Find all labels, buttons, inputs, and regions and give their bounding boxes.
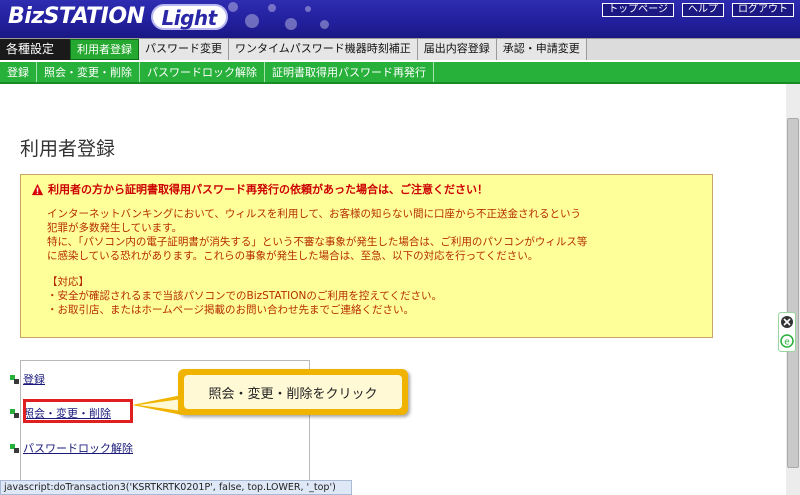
decor-bubble <box>285 18 297 30</box>
page-title: 利用者登録 <box>20 138 116 160</box>
browser-status-bar: javascript:doTransaction3('KSRTKRTK0201P… <box>0 480 352 495</box>
warning-heading: 利用者の方から証明書取得用パスワード再発行の依頼があった場合は、ご注意ください！ <box>48 183 488 196</box>
logo-main-text: BizSTATION <box>8 4 145 29</box>
callout-pointer <box>132 395 182 415</box>
password-unlock-link[interactable]: パスワードロック解除 <box>23 440 133 456</box>
warning-line: 犯罪が多数発生しています。 <box>47 222 183 234</box>
warning-line: に感染している恐れがあります。これらの事象が発生した場合は、至急、以下の対応を行… <box>47 250 539 262</box>
subnav-register[interactable]: 登録 <box>0 62 37 82</box>
warning-action-line: 【対応】 <box>47 276 89 288</box>
tab-onetime-password-time-adjust[interactable]: ワンタイムパスワード機器時刻補正 <box>229 39 418 60</box>
tab-notification-registration[interactable]: 届出内容登録 <box>417 39 497 60</box>
header-links: トップページ ヘルプ ログアウト <box>602 3 794 17</box>
subnav-certificate-password-reissue[interactable]: 証明書取得用パスワード再発行 <box>265 62 434 82</box>
decor-bubble <box>245 14 259 28</box>
tab-approval-change[interactable]: 承認・申請変更 <box>496 39 587 60</box>
link-bullet-icon <box>10 374 19 384</box>
warning-line: 特に、「パソコン内の電子証明書が消失する」という不審な事象が発生した場合は、ご利… <box>47 236 588 248</box>
logo-light-badge: Light <box>150 4 228 30</box>
warning-body: インターネットバンキングにおいて、ウィルスを利用して、お客様の知らない間に口座か… <box>31 207 702 317</box>
sub-nav: 登録 照会・変更・削除 パスワードロック解除 証明書取得用パスワード再発行 <box>0 62 800 84</box>
decor-bubble <box>320 20 329 29</box>
main-nav-section-label: 各種設定 <box>0 39 70 60</box>
decor-bubble <box>305 6 311 12</box>
warning-box: 利用者の方から証明書取得用パスワード再発行の依頼があった場合は、ご注意ください！… <box>20 174 713 338</box>
help-button[interactable]: ヘルプ <box>682 3 724 17</box>
logout-button[interactable]: ログアウト <box>732 3 794 17</box>
side-widget: e <box>778 312 796 352</box>
side-widget-icons: e <box>780 316 794 348</box>
tab-user-registration[interactable]: 利用者登録 <box>70 39 139 60</box>
warning-action-line: ・お取引店、またはホームページ掲載のお問い合わせ先までご連絡ください。 <box>47 304 414 316</box>
decor-bubble <box>228 2 238 12</box>
warning-line: インターネットバンキングにおいて、ウィルスを利用して、お客様の知らない間に口座か… <box>47 208 582 220</box>
bizstation-logo: BizSTATION Light <box>8 4 228 30</box>
menu-item-register: 登録 <box>10 371 45 387</box>
main-nav: 各種設定 利用者登録 パスワード変更 ワンタイムパスワード機器時刻補正 届出内容… <box>0 38 800 60</box>
callout-text: 照会・変更・削除をクリック <box>184 375 402 409</box>
subnav-inquiry-change-delete[interactable]: 照会・変更・削除 <box>37 62 140 82</box>
instruction-callout: 照会・変更・削除をクリック <box>178 369 408 415</box>
scrollbar-thumb[interactable] <box>787 118 799 468</box>
menu-item-password-unlock: パスワードロック解除 <box>10 440 133 456</box>
decor-bubble <box>268 4 276 12</box>
subnav-password-unlock[interactable]: パスワードロック解除 <box>140 62 265 82</box>
svg-text:e: e <box>784 338 790 348</box>
warning-heading-row: 利用者の方から証明書取得用パスワード再発行の依頼があった場合は、ご注意ください！ <box>31 181 702 197</box>
register-link[interactable]: 登録 <box>23 371 45 387</box>
link-bullet-icon <box>10 408 19 418</box>
warning-action-line: ・安全が確認されるまで当該パソコンでのBizSTATIONのご利用を控えてくださ… <box>47 290 443 302</box>
link-bullet-icon <box>10 443 19 453</box>
highlight-box <box>23 399 133 423</box>
top-page-button[interactable]: トップページ <box>602 3 674 17</box>
warning-icon <box>31 183 44 195</box>
tab-password-change[interactable]: パスワード変更 <box>139 39 229 60</box>
app-header: BizSTATION Light トップページ ヘルプ ログアウト <box>0 0 800 38</box>
